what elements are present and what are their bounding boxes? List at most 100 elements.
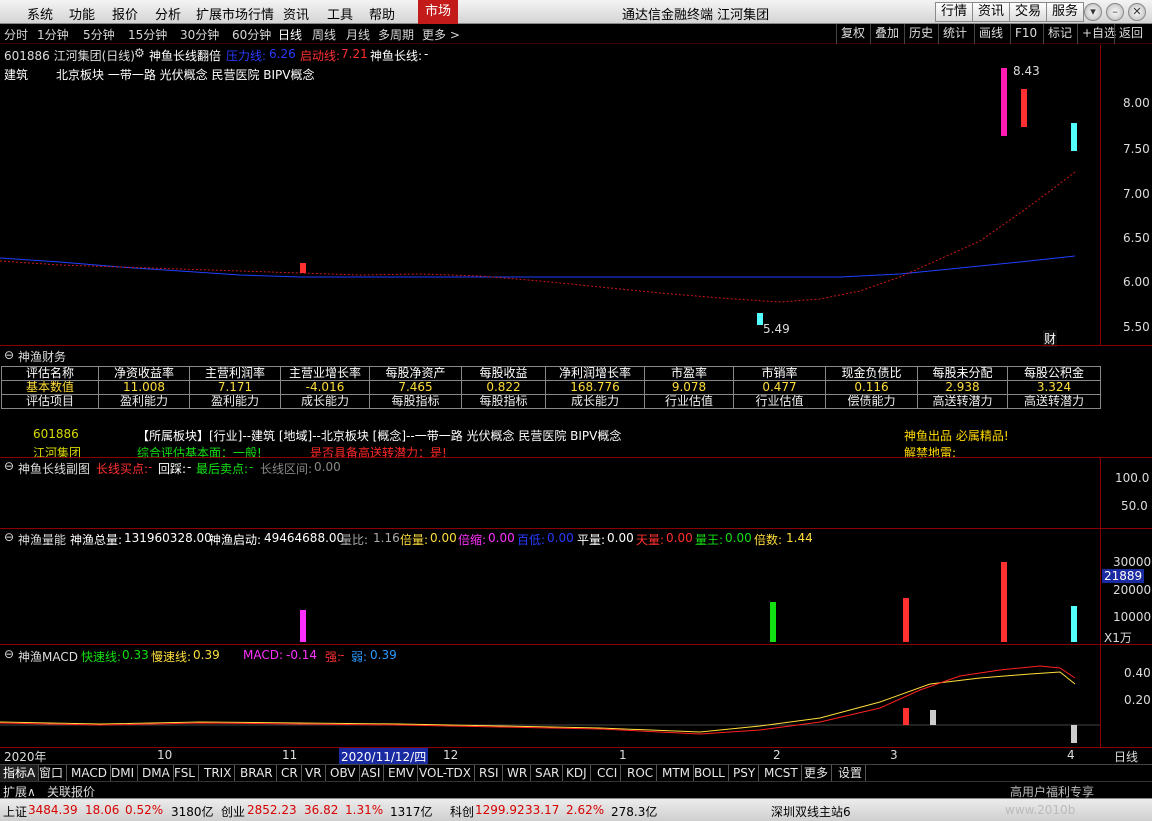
vol-flat-value: 0.00: [607, 531, 634, 545]
period-month[interactable]: 月线: [346, 26, 370, 43]
period-week[interactable]: 周线: [312, 26, 336, 43]
tab-sar[interactable]: SAR: [532, 765, 564, 782]
history-button[interactable]: 历史: [904, 24, 937, 44]
stock-code: 601886: [33, 427, 79, 441]
fin-header: 每股收益: [461, 366, 546, 381]
dropdown-icon[interactable]: ▾: [1084, 3, 1102, 21]
tab-trix[interactable]: TRIX: [201, 765, 236, 782]
fin-value: 2.938: [917, 380, 1008, 395]
menu-info[interactable]: 资讯: [283, 4, 309, 23]
sh-label[interactable]: 上证: [3, 803, 27, 820]
menu-help[interactable]: 帮助: [369, 4, 395, 23]
collapse-icon[interactable]: ⊖: [4, 647, 14, 661]
tab-more[interactable]: 更多: [801, 765, 833, 782]
market-tab[interactable]: 市场: [418, 0, 458, 24]
vol-start-value: 49464688.00: [264, 531, 345, 545]
trade-button[interactable]: 交易: [1009, 2, 1048, 22]
news-button[interactable]: 资讯: [972, 2, 1011, 22]
tab-dma[interactable]: DMA: [139, 765, 174, 782]
period-1min[interactable]: 1分钟: [37, 26, 69, 43]
tab-indicator-a[interactable]: 指标A: [0, 765, 40, 782]
period-30min[interactable]: 30分钟: [180, 26, 219, 43]
fin-value: 7.465: [369, 380, 462, 395]
period-more[interactable]: 更多 >: [422, 26, 460, 43]
main-chart-panel[interactable]: 601886 江河集团(日线) ⚙ 神鱼长线翻倍 压力线: 6.26 启动线: …: [0, 45, 1100, 347]
period-60min[interactable]: 60分钟: [232, 26, 271, 43]
back-button[interactable]: 返回: [1114, 24, 1147, 44]
period-15min[interactable]: 15分钟: [128, 26, 167, 43]
menu-tools[interactable]: 工具: [327, 4, 353, 23]
tab-window[interactable]: 窗口: [36, 765, 68, 782]
close-icon[interactable]: ✕: [1128, 3, 1146, 21]
menu-function[interactable]: 功能: [69, 4, 95, 23]
tab-brar[interactable]: BRAR: [237, 765, 277, 782]
mark-button[interactable]: 标记: [1043, 24, 1076, 44]
tab-fsl[interactable]: FSL: [171, 765, 199, 782]
tab-asi[interactable]: ASI: [358, 765, 385, 782]
tab-psy[interactable]: PSY: [730, 765, 760, 782]
vol-shrink-label: 倍缩:: [458, 533, 487, 547]
fin-header: 净资收益率: [98, 366, 190, 381]
fin-header: 评估名称: [1, 366, 99, 381]
vol-king-value: 0.00: [725, 531, 752, 545]
collapse-icon[interactable]: ⊖: [4, 459, 14, 473]
fin-value: 基本数值: [1, 380, 99, 395]
tab-settings[interactable]: 设置: [835, 765, 867, 782]
fin-header: 现金负债比: [825, 366, 918, 381]
menu-extended-market[interactable]: 扩展市场行情: [196, 4, 274, 23]
tab-kdj[interactable]: KDJ: [563, 765, 591, 782]
cy-label[interactable]: 创业: [221, 803, 245, 820]
f10-button[interactable]: F10: [1010, 24, 1041, 44]
collapse-icon[interactable]: ⊖: [4, 530, 14, 544]
period-5min[interactable]: 5分钟: [83, 26, 115, 43]
menu-analysis[interactable]: 分析: [155, 4, 181, 23]
tab-vol-tdx[interactable]: VOL-TDX: [416, 765, 475, 782]
vol-double-label: 倍量:: [400, 533, 429, 547]
service-button[interactable]: 服务: [1046, 2, 1085, 22]
macd-chart: [0, 665, 1100, 743]
minimize-icon[interactable]: –: [1106, 3, 1124, 21]
tab-macd[interactable]: MACD: [68, 765, 111, 782]
axis-tick: 0.40: [1124, 666, 1151, 680]
kc-label[interactable]: 科创: [450, 803, 474, 820]
fin-category: 盈利能力: [98, 394, 190, 409]
price-tick: 7.00: [1123, 187, 1150, 201]
divider: [0, 345, 1152, 346]
stats-button[interactable]: 统计: [938, 24, 971, 44]
tab-mcst[interactable]: MCST: [761, 765, 802, 782]
vol-times-value: 1.44: [786, 531, 813, 545]
period-day[interactable]: 日线: [278, 26, 302, 43]
longline-range-value: 0.00: [314, 460, 341, 474]
tab-dmi[interactable]: DMI: [108, 765, 139, 782]
tab-cr[interactable]: CR: [278, 765, 302, 782]
fin-value: 0.116: [825, 380, 918, 395]
overlay-button[interactable]: 叠加: [870, 24, 903, 44]
adjust-button[interactable]: 复权: [836, 24, 869, 44]
draw-button[interactable]: 画线: [974, 24, 1007, 44]
server-station[interactable]: 深圳双线主站6: [771, 803, 851, 820]
tab-emv[interactable]: EMV: [385, 765, 419, 782]
tab-boll[interactable]: BOLL: [691, 765, 729, 782]
menu-system[interactable]: 系统: [27, 4, 53, 23]
fin-category: 行业估值: [644, 394, 734, 409]
tab-cci[interactable]: CCI: [594, 765, 622, 782]
tab-obv[interactable]: OBV: [327, 765, 360, 782]
period-tick[interactable]: 分时: [4, 26, 28, 43]
collapse-icon[interactable]: ⊖: [4, 348, 14, 362]
sh-price: 3484.39: [28, 803, 78, 817]
longline-axis: 100.0 50.0: [1100, 458, 1152, 528]
tab-rsi[interactable]: RSI: [476, 765, 503, 782]
tab-mtm[interactable]: MTM: [659, 765, 695, 782]
price-tick: 7.50: [1123, 142, 1150, 156]
quote-button[interactable]: 行情: [935, 2, 974, 22]
low-mark: 5.49: [763, 322, 790, 336]
stock-name: 江河集团: [33, 446, 82, 460]
sector-text: 【所属板块】[行业]--建筑 [地域]--北京板块 [概念]--一带一路 光伏概…: [137, 429, 622, 443]
tab-roc[interactable]: ROC: [624, 765, 658, 782]
period-multi[interactable]: 多周期: [378, 26, 414, 43]
menu-quote[interactable]: 报价: [112, 4, 138, 23]
tab-wr[interactable]: WR: [504, 765, 532, 782]
time-tick: 10: [157, 748, 173, 762]
tab-vr[interactable]: VR: [302, 765, 326, 782]
macd-fast-value: 0.33: [122, 648, 149, 662]
